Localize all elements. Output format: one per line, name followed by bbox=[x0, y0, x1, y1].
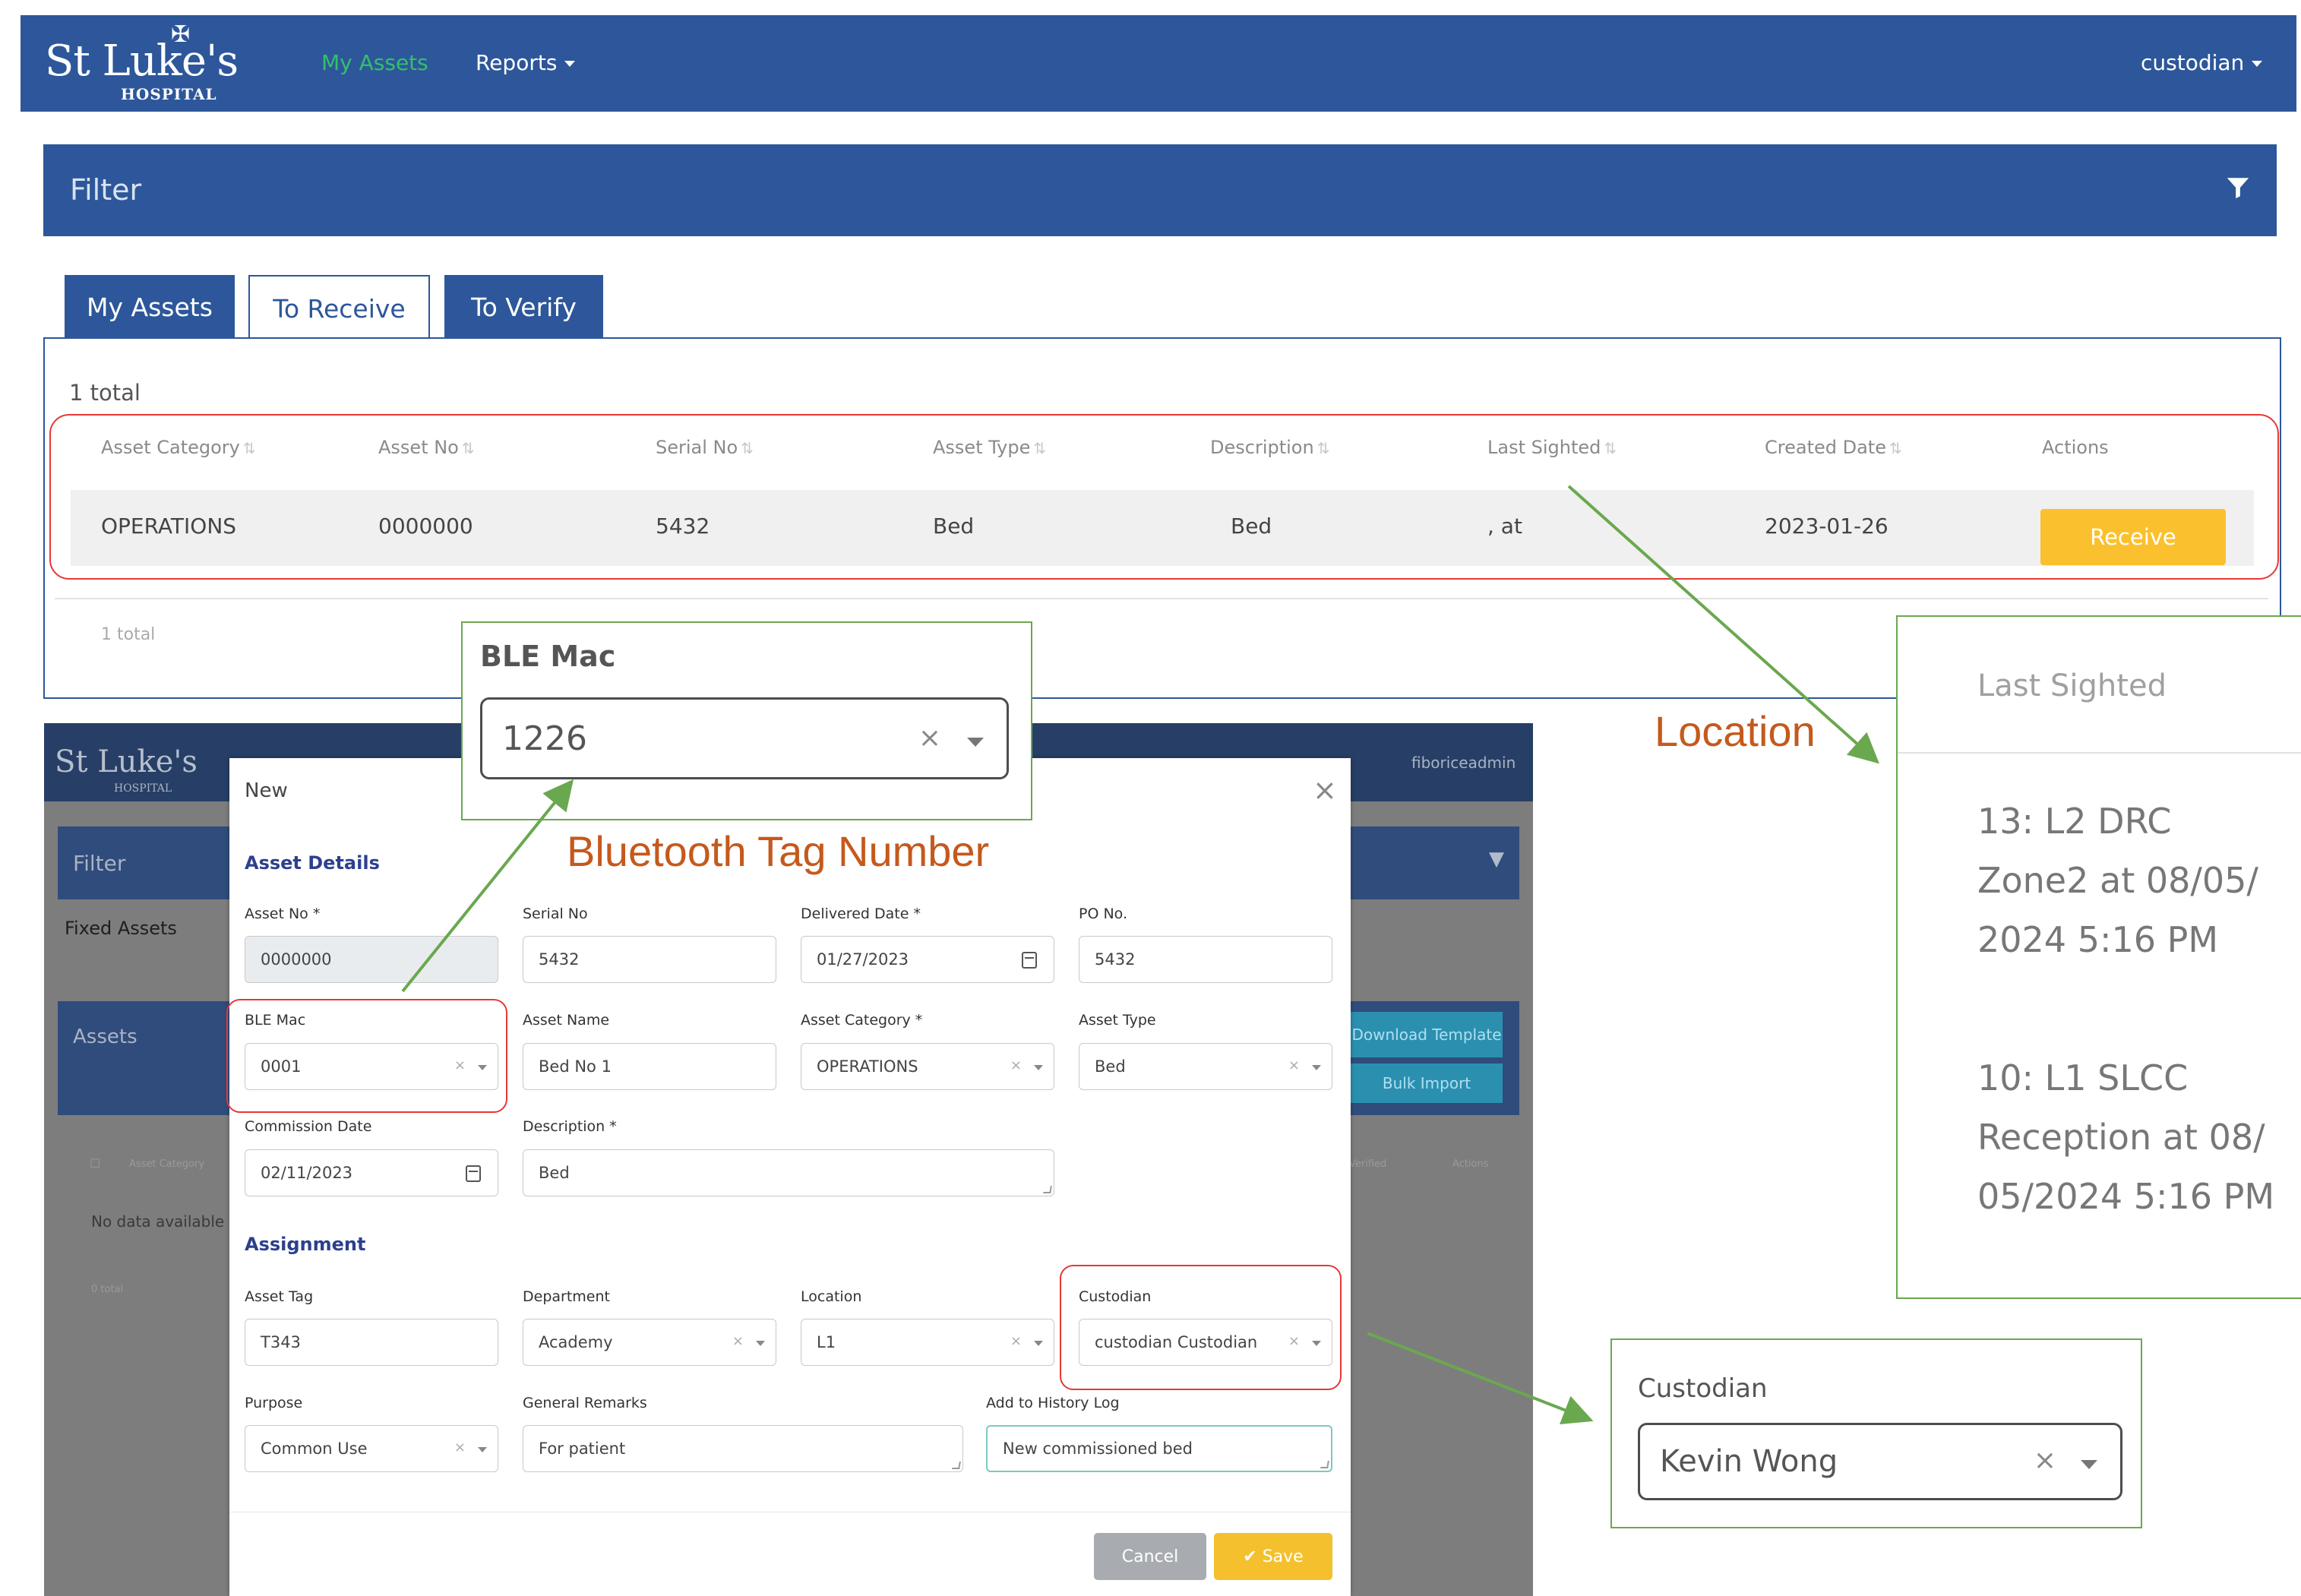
ble-arrow bbox=[401, 779, 574, 993]
location-arrow bbox=[1567, 485, 1879, 764]
page: ✠ St Luke's HOSPITAL My Assets Reports c… bbox=[0, 0, 2301, 1596]
annotation-arrows bbox=[401, 485, 1879, 1425]
custodian-arrow bbox=[1367, 1332, 1594, 1425]
